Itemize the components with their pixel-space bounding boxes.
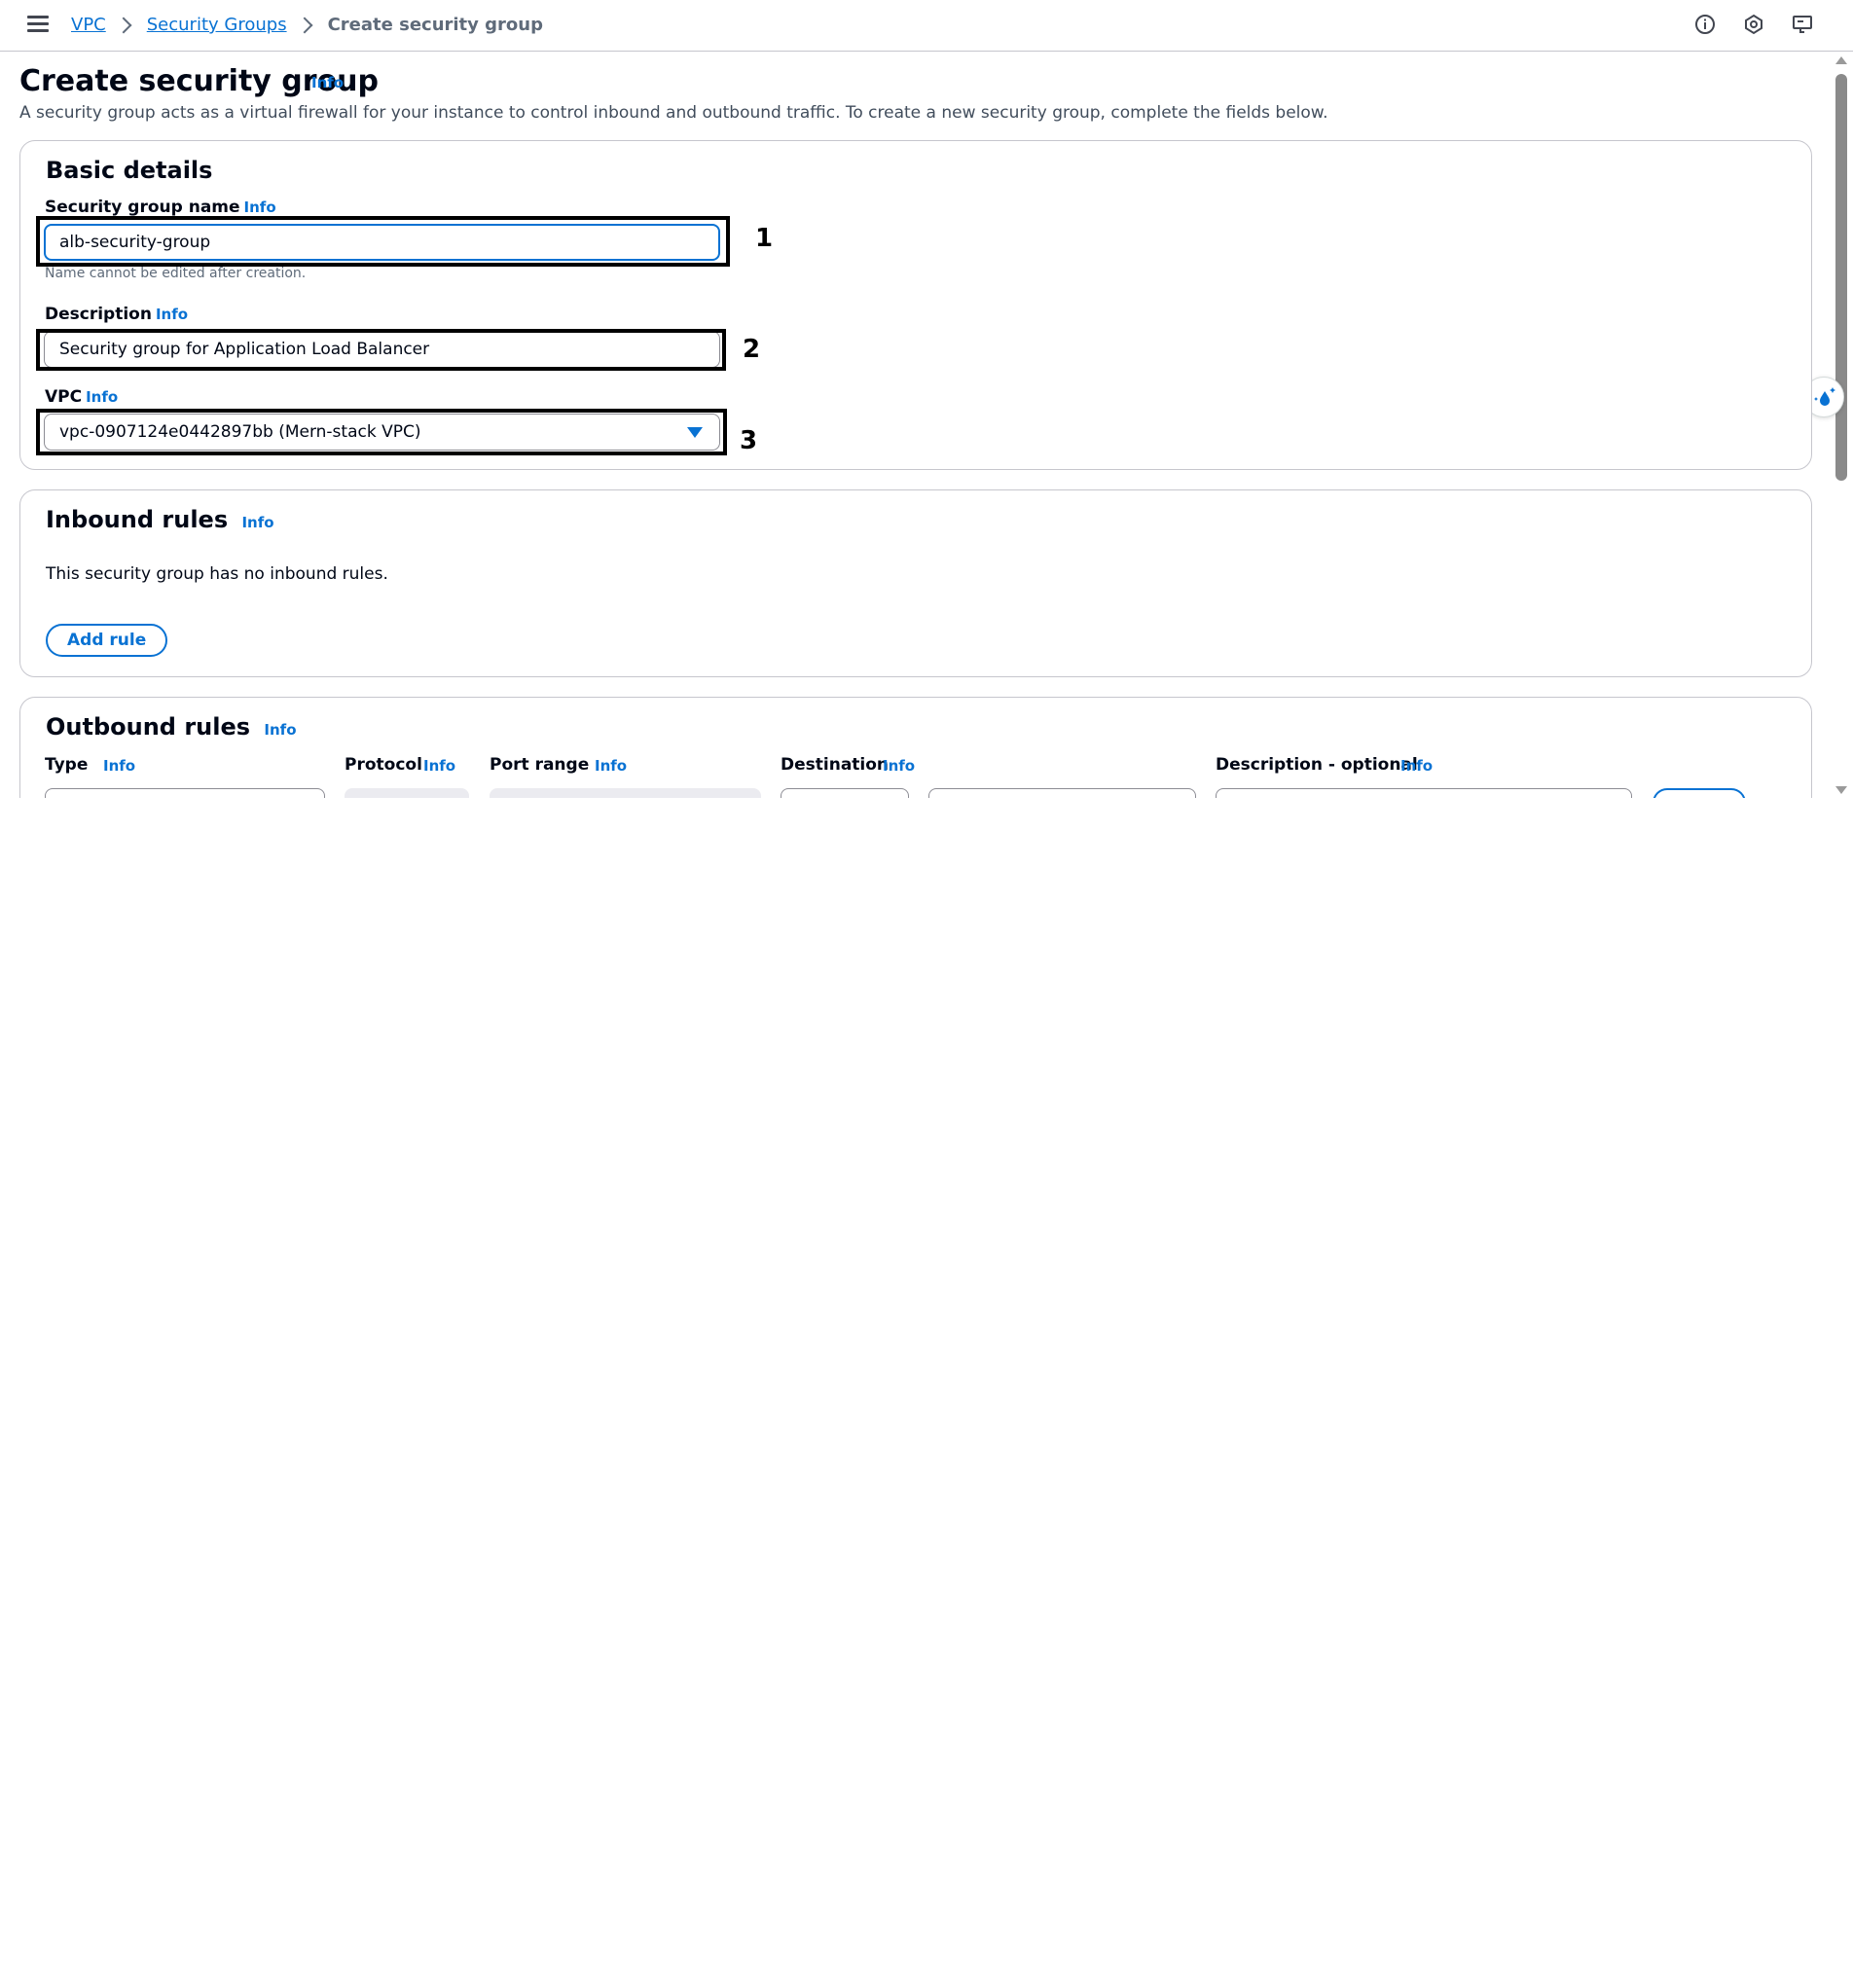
feedback-screen-icon[interactable]: [1791, 13, 1814, 36]
annotation-box-2: [36, 329, 726, 371]
annotation-number-3: 3: [740, 426, 758, 455]
description-info-link[interactable]: Info: [156, 306, 188, 323]
outbound-type-select[interactable]: [45, 788, 325, 798]
page-title-info-link[interactable]: Info: [311, 74, 344, 91]
top-utility-icons: [1693, 13, 1814, 36]
scroll-down-arrow-icon[interactable]: [1835, 786, 1847, 794]
inbound-rules-heading-text: Inbound rules: [46, 506, 229, 533]
annotation-box-1: [36, 216, 730, 267]
info-circle-icon[interactable]: [1693, 13, 1717, 36]
outbound-rules-card: Outbound rules Info: [19, 697, 1812, 798]
breadcrumb-current: Create security group: [327, 15, 543, 35]
annotation-box-3: [36, 409, 727, 455]
vpc-label-text: VPC: [45, 387, 83, 407]
outbound-col-description: Description - optional: [1216, 755, 1418, 775]
outbound-col-type: Type: [45, 755, 89, 775]
scrollbar-thumb[interactable]: [1835, 74, 1847, 481]
annotation-number-1: 1: [755, 224, 774, 253]
top-navigation-bar: VPC Security Groups Create security grou…: [0, 0, 1853, 52]
hamburger-menu-icon[interactable]: [27, 16, 49, 35]
annotation-number-2: 2: [743, 335, 761, 364]
outbound-rules-heading: Outbound rules Info: [46, 713, 297, 741]
description-label-text: Description: [45, 305, 152, 324]
outbound-col-description-info[interactable]: Info: [1400, 757, 1433, 775]
browser-viewport: VPC Security Groups Create security grou…: [0, 0, 1853, 798]
vpc-info-link[interactable]: Info: [86, 388, 118, 406]
outbound-destination-select[interactable]: [781, 788, 909, 798]
scroll-up-arrow-icon[interactable]: [1835, 56, 1847, 64]
outbound-rules-heading-text: Outbound rules: [46, 713, 251, 741]
outbound-col-protocol: Protocol: [345, 755, 422, 775]
outbound-col-destination: Destination: [781, 755, 890, 775]
chevron-right-icon: [115, 17, 132, 34]
settings-gear-icon[interactable]: [1742, 13, 1765, 36]
inbound-rules-info-link[interactable]: Info: [241, 514, 273, 531]
description-label: Description Info: [45, 305, 188, 324]
inbound-rules-card: Inbound rules Info This security group h…: [19, 489, 1812, 677]
security-group-name-label: Security group name Info: [45, 198, 276, 217]
breadcrumb-link-security-groups[interactable]: Security Groups: [147, 14, 287, 37]
outbound-delete-button[interactable]: [1653, 788, 1746, 798]
security-group-name-hint: Name cannot be edited after creation.: [45, 266, 307, 281]
basic-details-heading: Basic details: [46, 157, 213, 184]
inbound-empty-text: This security group has no inbound rules…: [46, 564, 388, 584]
add-rule-button[interactable]: Add rule: [46, 624, 168, 657]
security-group-name-label-text: Security group name: [45, 198, 240, 217]
outbound-destination-search-input[interactable]: [928, 788, 1196, 798]
outbound-col-protocol-info[interactable]: Info: [423, 757, 455, 775]
inbound-rules-heading: Inbound rules Info: [46, 506, 274, 533]
outbound-col-type-info[interactable]: Info: [103, 757, 135, 775]
breadcrumb: VPC Security Groups Create security grou…: [71, 14, 543, 37]
outbound-protocol-input: [345, 788, 469, 798]
outbound-port-range-input: [490, 788, 761, 798]
vertical-scrollbar[interactable]: [1830, 53, 1853, 798]
page-description: A security group acts as a virtual firew…: [19, 103, 1328, 123]
chevron-right-icon: [296, 17, 313, 34]
vpc-label: VPC Info: [45, 387, 118, 407]
breadcrumb-link-vpc[interactable]: VPC: [71, 14, 106, 37]
outbound-col-port-range: Port range: [490, 755, 590, 775]
outbound-description-input[interactable]: [1216, 788, 1632, 798]
security-group-name-info-link[interactable]: Info: [244, 199, 276, 216]
outbound-col-destination-info[interactable]: Info: [883, 757, 915, 775]
outbound-col-port-range-info[interactable]: Info: [595, 757, 627, 775]
outbound-rules-info-link[interactable]: Info: [264, 721, 296, 739]
